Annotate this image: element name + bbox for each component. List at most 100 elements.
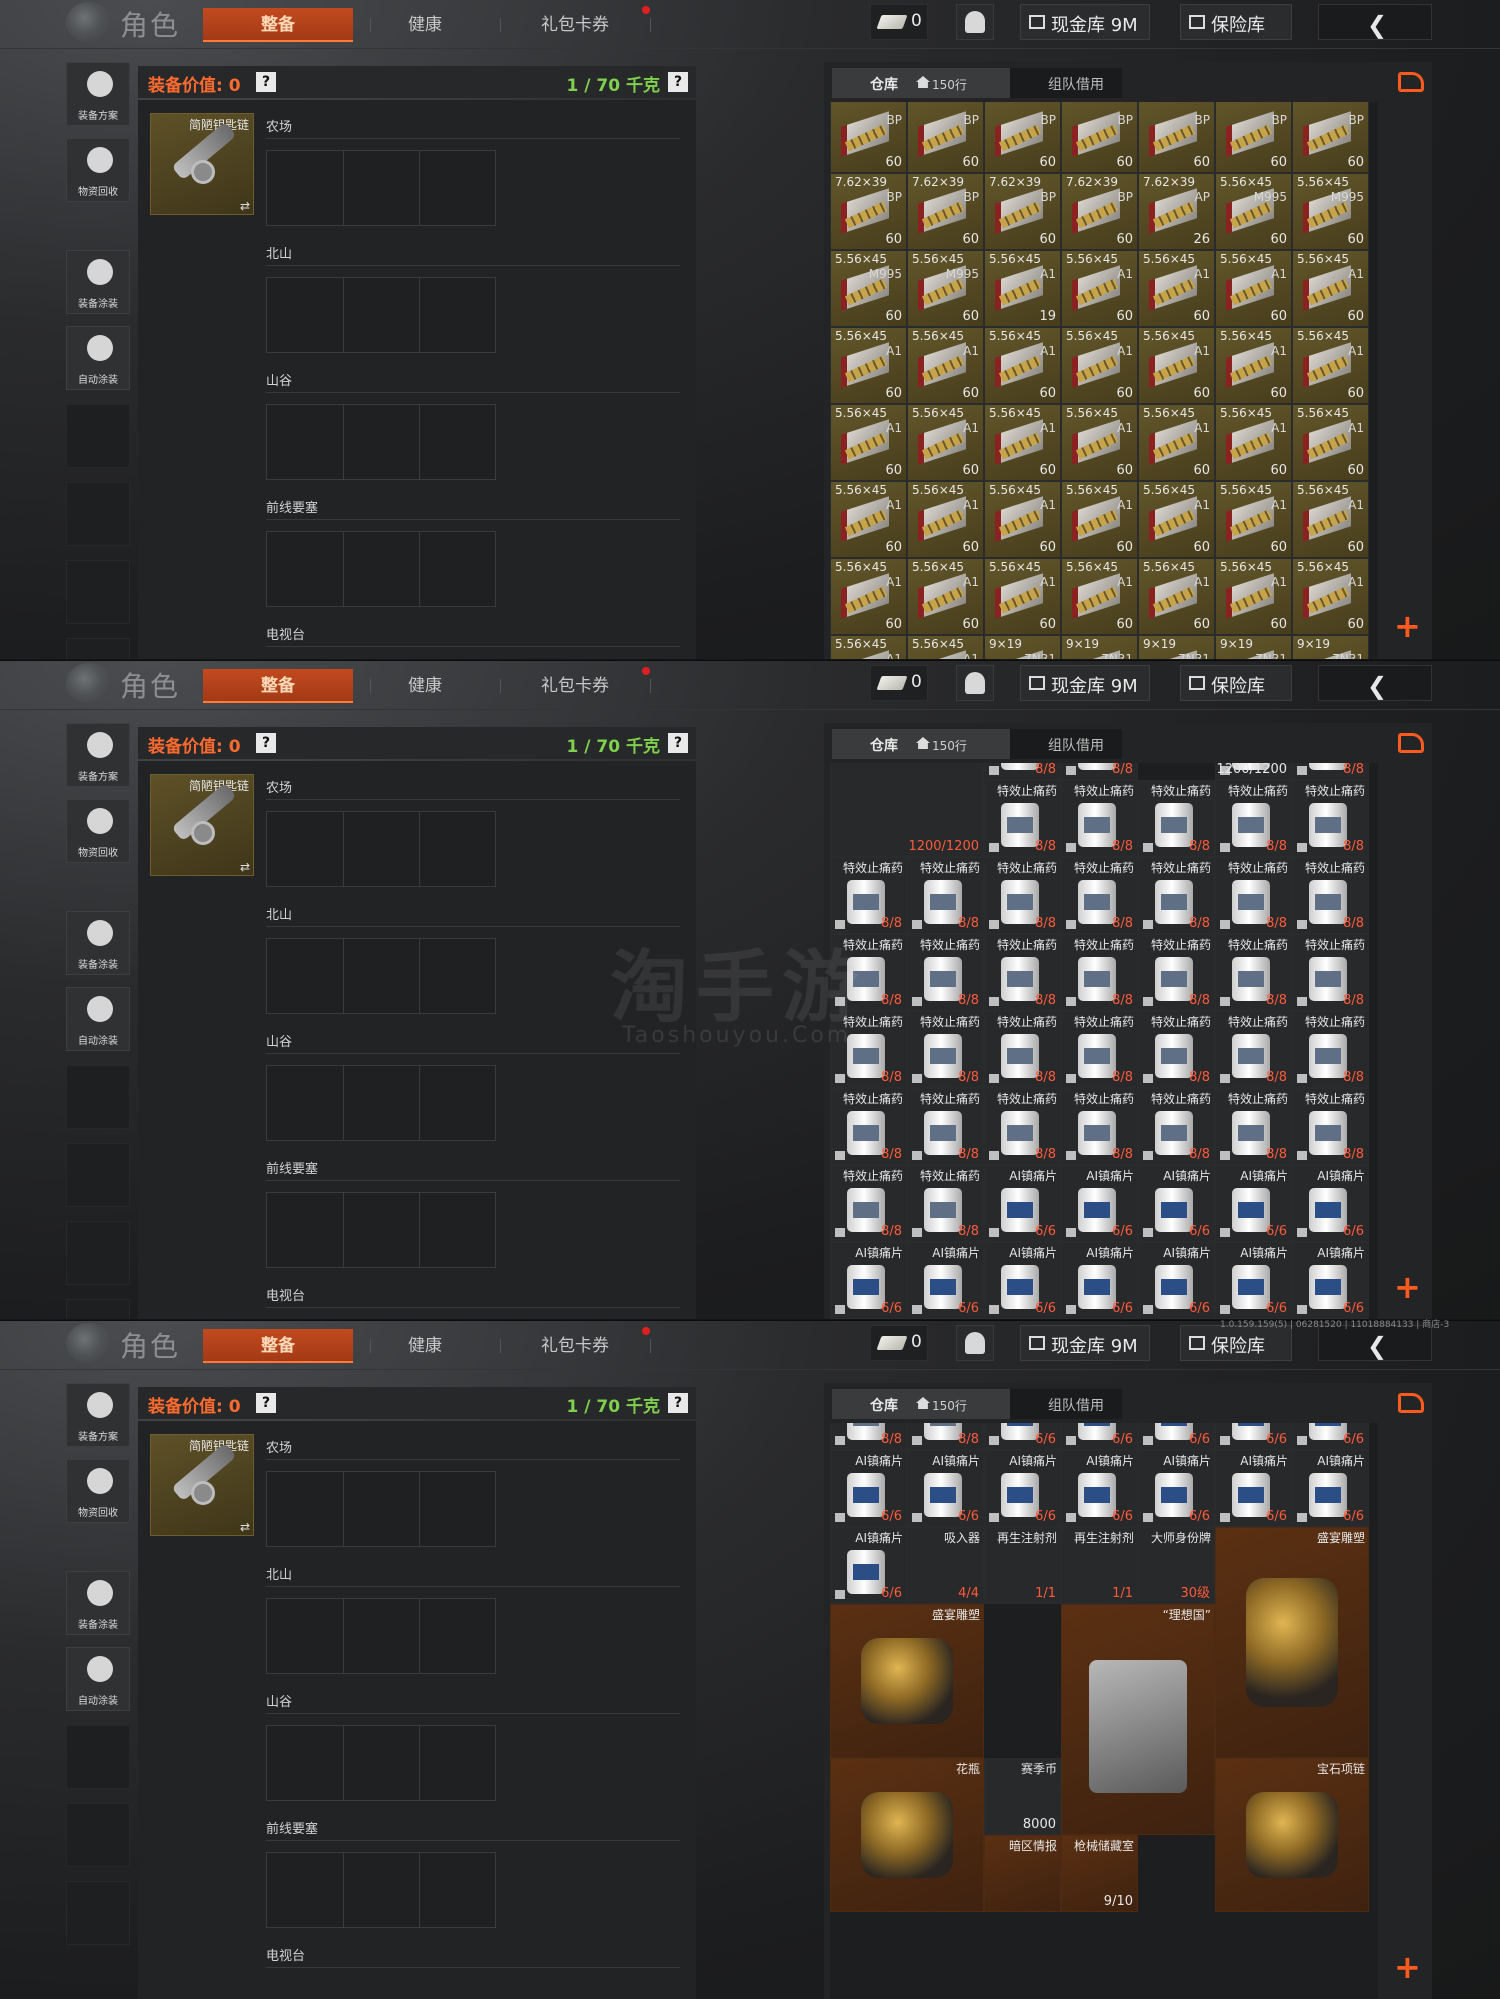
inventory-item[interactable]: 特效止痛药 8/8 <box>984 1088 1061 1165</box>
inventory-item[interactable]: 9×19 7N31 <box>984 635 1061 659</box>
back-button[interactable]: ❮ <box>1318 4 1432 40</box>
inventory-item[interactable]: 5.56×45 M995 60 <box>1215 173 1292 250</box>
inventory-item[interactable]: 5.56×45 A1 60 <box>830 481 907 558</box>
tab-warehouse[interactable]: 仓库 150行 <box>832 1389 1010 1419</box>
inventory-item[interactable]: AI镇痛片 6/6 <box>1138 1242 1215 1319</box>
inventory-item[interactable]: 5.56×45 A1 60 <box>907 404 984 481</box>
tab-team-borrow[interactable]: 组队借用 <box>1048 74 1104 94</box>
inventory-item[interactable]: 6/6 <box>1215 1423 1292 1450</box>
key-slots[interactable] <box>266 811 496 887</box>
inventory-item[interactable]: 9×19 7N31 <box>1292 635 1369 659</box>
inventory-item[interactable]: 1200/1200 <box>830 763 984 857</box>
help-icon[interactable]: ? <box>668 733 688 753</box>
inventory-item[interactable]: BP 60 <box>1292 102 1369 173</box>
inventory-item[interactable]: BP 60 <box>1138 102 1215 173</box>
inventory-item[interactable]: 8/8 <box>907 1423 984 1450</box>
inventory-item[interactable]: 5.56×45 A1 60 <box>984 481 1061 558</box>
inventory-item[interactable]: 特效止痛药 8/8 <box>907 1088 984 1165</box>
skin-button[interactable]: 装备涂装 <box>66 1571 130 1635</box>
inventory-item[interactable]: BP 60 <box>1215 102 1292 173</box>
tab-gift-cards[interactable]: 礼包卡券 <box>520 669 630 703</box>
key-slots[interactable] <box>266 531 496 607</box>
help-icon[interactable]: ? <box>256 1393 276 1413</box>
tab-warehouse[interactable]: 仓库 150行 <box>832 68 1010 98</box>
inventory-item[interactable]: AI镇痛片 6/6 <box>1215 1165 1292 1242</box>
inventory-item[interactable]: 特效止痛药 8/8 <box>830 857 907 934</box>
sort-icon[interactable] <box>1398 1393 1424 1413</box>
skin-button[interactable]: 装备涂装 <box>66 250 130 314</box>
inventory-item[interactable]: 9×19 7N31 <box>1061 635 1138 659</box>
inventory-item[interactable]: 5.56×45 A1 60 <box>1061 250 1138 327</box>
inventory-item[interactable]: 再生注射剂 1/1 <box>984 1527 1061 1604</box>
tab-health[interactable]: 健康 <box>385 669 465 703</box>
inventory-item[interactable]: 特效止痛药 8/8 <box>907 1011 984 1088</box>
inventory-item[interactable]: 特效止痛药 8/8 <box>1215 1011 1292 1088</box>
inventory-item[interactable]: AI镇痛片 6/6 <box>984 1450 1061 1527</box>
inventory-item[interactable]: 暗区情报 <box>984 1835 1061 1912</box>
insurance-vault-button[interactable]: 保险库 <box>1180 665 1292 701</box>
inventory-item[interactable]: 特效止痛药 8/8 <box>1138 1011 1215 1088</box>
auto-skin-button[interactable]: 自动涂装 <box>66 987 130 1051</box>
mercenary-button[interactable] <box>956 1325 994 1361</box>
tab-gift-cards[interactable]: 礼包卡券 <box>520 8 630 42</box>
help-icon[interactable]: ? <box>256 733 276 753</box>
inventory-item[interactable]: 特效止痛药 8/8 <box>984 857 1061 934</box>
inventory-item[interactable]: 特效止痛药 8/8 <box>907 934 984 1011</box>
cash-vault-button[interactable]: 现金库 9M <box>1020 4 1150 40</box>
inventory-item[interactable]: 9×19 7N31 <box>1138 635 1215 659</box>
inventory-item[interactable]: 5.56×45 A1 60 <box>1292 404 1369 481</box>
inventory-item[interactable]: AI镇痛片 6/6 <box>1292 1242 1369 1319</box>
inventory-item[interactable]: 8/8 <box>1061 763 1138 780</box>
inventory-item[interactable]: AI镇痛片 6/6 <box>1215 1450 1292 1527</box>
inventory-item[interactable]: 特效止痛药 8/8 <box>984 1011 1061 1088</box>
recycle-button[interactable]: 物资回收 <box>66 1459 130 1523</box>
key-slots[interactable] <box>266 1065 496 1141</box>
inventory-item[interactable]: 5.56×45 A1 60 <box>907 481 984 558</box>
inventory-item[interactable]: 特效止痛药 8/8 <box>1061 780 1138 857</box>
sort-icon[interactable] <box>1398 72 1424 92</box>
inventory-item[interactable]: 盛宴雕塑 <box>1215 1527 1369 1758</box>
inventory-item[interactable]: 赛季币 8000 <box>984 1758 1061 1835</box>
inventory-item[interactable]: 5.56×45 A1 60 <box>1061 327 1138 404</box>
help-icon[interactable]: ? <box>668 1393 688 1413</box>
inventory-item[interactable]: 7.62×39 BP 60 <box>907 173 984 250</box>
inventory-item[interactable]: 特效止痛药 8/8 <box>1292 857 1369 934</box>
key-slots[interactable] <box>266 938 496 1014</box>
inventory-item[interactable]: 5.56×45 A1 60 <box>1138 558 1215 635</box>
inventory-item[interactable]: 5.56×45 A1 60 <box>1292 250 1369 327</box>
key-slots[interactable] <box>266 277 496 353</box>
key-slots[interactable] <box>266 404 496 480</box>
inventory-item[interactable]: AI镇痛片 6/6 <box>830 1242 907 1319</box>
cash-vault-button[interactable]: 现金库 9M <box>1020 665 1150 701</box>
inventory-item[interactable]: AI镇痛片 6/6 <box>1138 1165 1215 1242</box>
inventory-item[interactable]: 8/8 <box>1292 763 1369 780</box>
inventory-item[interactable]: AI镇痛片 6/6 <box>984 1165 1061 1242</box>
inventory-item[interactable]: 7.62×39 BP 60 <box>984 173 1061 250</box>
keychain-slot[interactable]: 简陋钥匙链 ⇄ <box>150 774 254 876</box>
key-slots[interactable] <box>266 1471 496 1547</box>
inventory-item[interactable]: 5.56×45 A1 60 <box>984 404 1061 481</box>
key-slots[interactable] <box>266 1852 496 1928</box>
inventory-item[interactable]: 7.62×39 BP 60 <box>830 173 907 250</box>
skin-button[interactable]: 装备涂装 <box>66 911 130 975</box>
tab-health[interactable]: 健康 <box>385 8 465 42</box>
inventory-item[interactable]: 5.56×45 A1 60 <box>1138 404 1215 481</box>
inventory-item[interactable]: AI镇痛片 6/6 <box>1138 1450 1215 1527</box>
inventory-item[interactable]: 1200/1200 <box>1215 763 1292 780</box>
inventory-item[interactable]: 5.56×45 A1 <box>830 635 907 659</box>
back-button[interactable]: ❮ <box>1318 665 1432 701</box>
inventory-item[interactable]: 特效止痛药 8/8 <box>1138 1088 1215 1165</box>
inventory-item[interactable]: 8/8 <box>984 763 1061 780</box>
keychain-slot[interactable]: 简陋钥匙链 ⇄ <box>150 113 254 215</box>
inventory-item[interactable]: 5.56×45 A1 19 <box>984 250 1061 327</box>
inventory-item[interactable]: 7.62×39 AP 26 <box>1138 173 1215 250</box>
inventory-item[interactable]: 5.56×45 M995 60 <box>907 250 984 327</box>
inventory-item[interactable]: AI镇痛片 6/6 <box>907 1450 984 1527</box>
inventory-item[interactable]: 5.56×45 A1 60 <box>1138 481 1215 558</box>
inventory-item[interactable]: 6/6 <box>984 1423 1061 1450</box>
cash-vault-button[interactable]: 现金库 9M <box>1020 1325 1150 1361</box>
inventory-item[interactable]: 6/6 <box>1138 1423 1215 1450</box>
inventory-item[interactable]: 5.56×45 A1 60 <box>830 404 907 481</box>
inventory-item[interactable]: 特效止痛药 8/8 <box>830 1088 907 1165</box>
loadout-button[interactable]: 装备方案 <box>66 62 130 126</box>
